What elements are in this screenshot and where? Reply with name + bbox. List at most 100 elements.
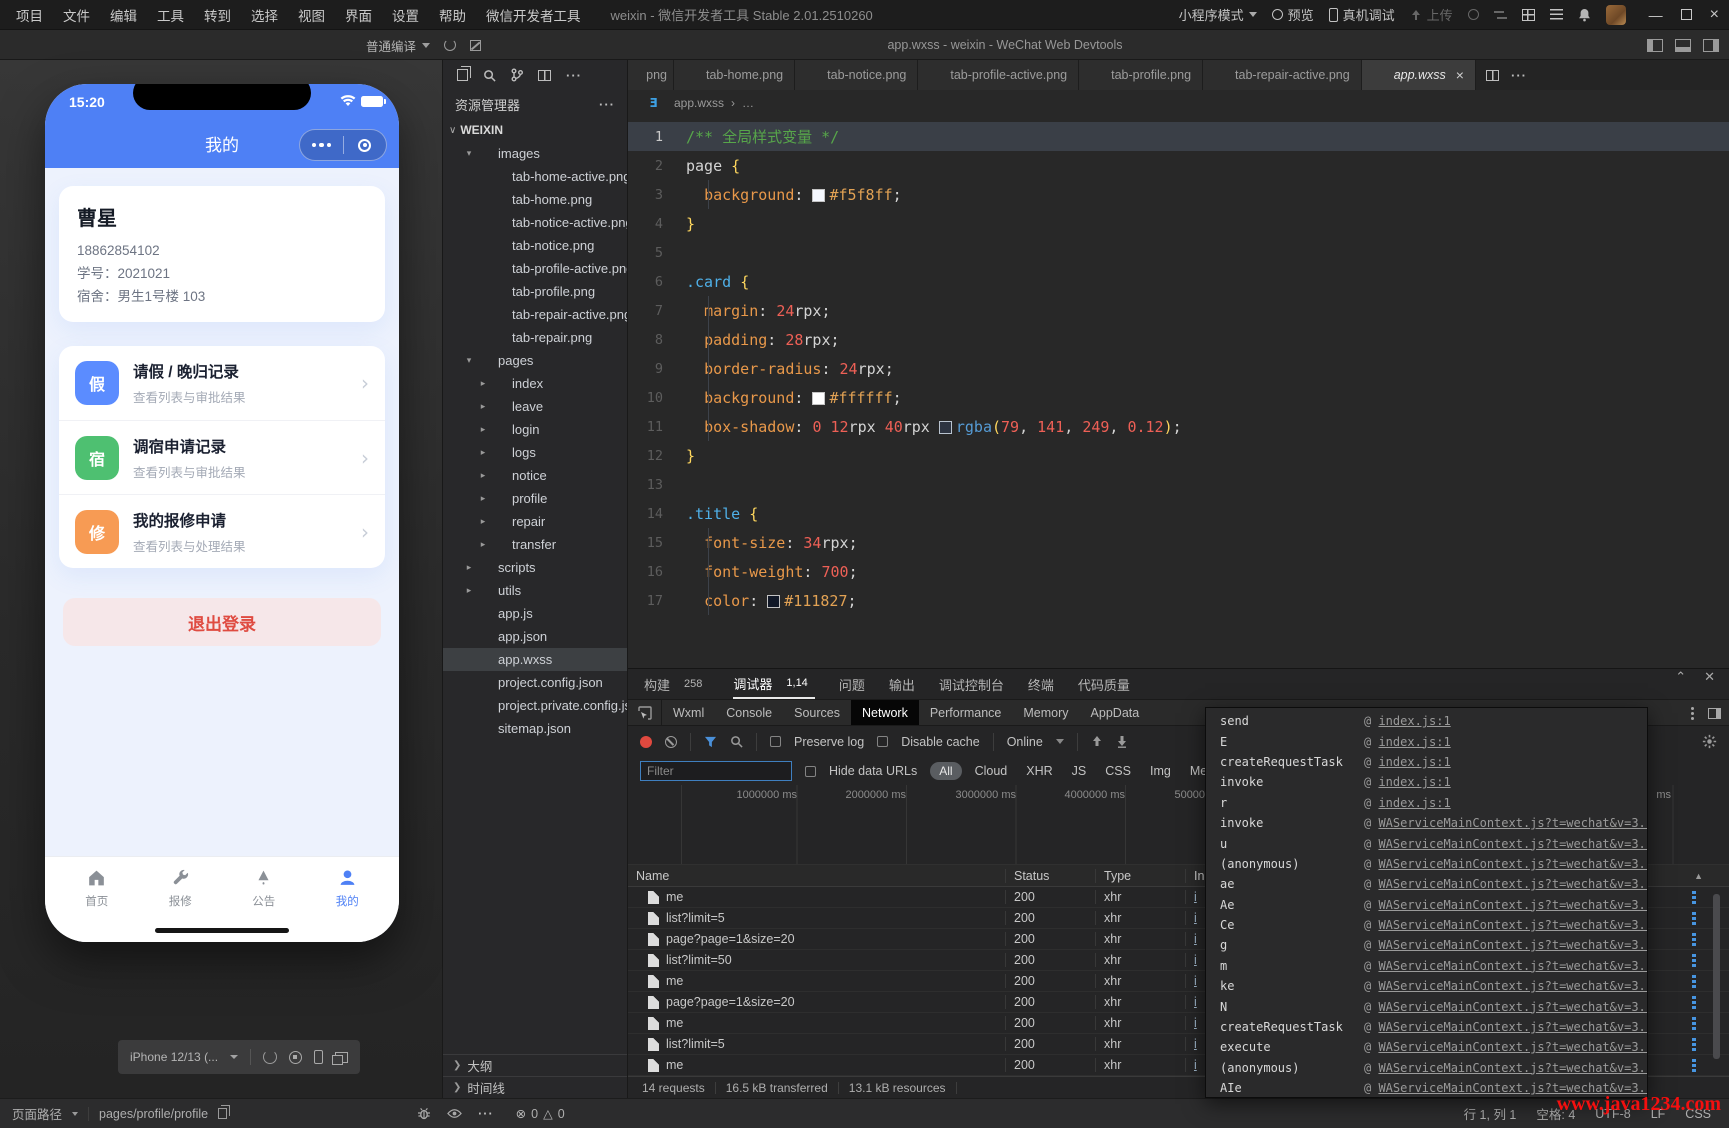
search-icon[interactable] xyxy=(483,69,496,82)
eye-icon[interactable] xyxy=(447,1108,462,1119)
menu-list-item[interactable]: 宿 调宿申请记录 查看列表与审批结果 › xyxy=(59,420,385,494)
filter-funnel-icon[interactable] xyxy=(704,736,717,748)
tree-item[interactable]: ▸ leave xyxy=(443,395,627,418)
source-link[interactable]: index.js:1 xyxy=(1378,735,1450,749)
more-actions-button[interactable] xyxy=(300,143,343,148)
close-button[interactable]: × xyxy=(1710,6,1719,24)
devtools-tab[interactable]: Wxml xyxy=(662,700,715,725)
inspect-element-button[interactable] xyxy=(628,700,662,725)
recompile-button[interactable] xyxy=(444,39,456,51)
source-link[interactable]: index.js:1 xyxy=(1378,714,1450,728)
page-path-label[interactable]: 页面路径 xyxy=(12,1104,62,1123)
tree-item[interactable]: project.private.config.js... xyxy=(443,694,627,717)
column-status[interactable]: Status xyxy=(1005,869,1095,883)
clear-cache-button[interactable] xyxy=(470,40,481,51)
close-tab-icon[interactable]: × xyxy=(1456,67,1464,83)
device-select[interactable]: iPhone 12/13 (... xyxy=(130,1050,218,1064)
outline-section[interactable]: ❯大纲 xyxy=(443,1054,627,1076)
project-root[interactable]: ∨ WEIXIN xyxy=(443,118,627,142)
filter-all-pill[interactable]: All xyxy=(930,762,961,780)
source-link[interactable]: WAServiceMainContext.js?t=wechat&v=3.15.… xyxy=(1378,918,1648,932)
menu-item[interactable]: 设置 xyxy=(382,5,429,25)
split-editor-icon[interactable] xyxy=(538,70,551,81)
devtools-tab[interactable]: Network xyxy=(851,700,919,725)
tree-item[interactable]: project.config.json xyxy=(443,671,627,694)
tree-item[interactable]: tab-home-active.png xyxy=(443,165,627,188)
tree-item[interactable]: app.js xyxy=(443,602,627,625)
editor-tab[interactable]: tab-profile.png xyxy=(1079,60,1203,90)
initiator-link[interactable]: i xyxy=(1194,890,1197,904)
initiator-link[interactable]: i xyxy=(1194,995,1197,1009)
notifications-button[interactable] xyxy=(1578,8,1591,22)
switch-button[interactable] xyxy=(1494,10,1507,20)
import-har-icon[interactable] xyxy=(1091,735,1103,748)
menu-list-item[interactable]: 修 我的报修申请 查看列表与处理结果 › xyxy=(59,494,385,568)
menu-item[interactable]: 微信开发者工具 xyxy=(476,5,591,25)
initiator-link[interactable]: i xyxy=(1194,953,1197,967)
initiator-link[interactable]: i xyxy=(1194,1037,1197,1051)
collapse-panel-icon[interactable]: ⌃ xyxy=(1675,669,1686,685)
logout-button[interactable]: 退出登录 xyxy=(63,598,381,646)
files-icon[interactable] xyxy=(457,69,468,81)
explorer-more-icon[interactable]: ··· xyxy=(599,97,615,112)
tree-item[interactable]: ▸ scripts xyxy=(443,556,627,579)
phone-simulator[interactable]: 15:20 我的 xyxy=(45,84,399,942)
tab-home[interactable]: 首页 xyxy=(67,867,127,942)
editor-tab[interactable]: app.wxss × xyxy=(1362,60,1476,90)
debugger-tab[interactable]: 调试控制台 xyxy=(939,669,1004,699)
tree-item[interactable]: ▸ logs xyxy=(443,441,627,464)
dock-side-icon[interactable] xyxy=(1708,708,1721,719)
debugger-tab[interactable]: 问题 xyxy=(839,669,865,699)
menu-item[interactable]: 转到 xyxy=(194,5,241,25)
filter-type[interactable]: CSS xyxy=(1105,764,1131,778)
problem-counts[interactable]: ⊗ 0 △ 0 xyxy=(516,1106,565,1121)
scrollbar[interactable] xyxy=(1713,894,1720,1059)
debugger-tab[interactable]: 输出 xyxy=(889,669,915,699)
multi-window-button[interactable] xyxy=(335,1052,348,1063)
editor-tab[interactable]: tab-home.png xyxy=(674,60,795,90)
editor-tab[interactable]: tab-repair-active.png xyxy=(1203,60,1362,90)
refresh-button[interactable] xyxy=(263,1050,277,1064)
record-button[interactable] xyxy=(289,1051,302,1064)
menu-item[interactable]: 编辑 xyxy=(100,5,147,25)
filter-type[interactable]: Img xyxy=(1150,764,1171,778)
menu-item[interactable]: 帮助 xyxy=(429,5,476,25)
tree-item[interactable]: tab-profile-active.png xyxy=(443,257,627,280)
devtools-tab[interactable]: Console xyxy=(715,700,783,725)
timeline-section[interactable]: ❯时间线 xyxy=(443,1076,627,1098)
column-type[interactable]: Type xyxy=(1095,869,1185,883)
tree-item[interactable]: ▸ utils xyxy=(443,579,627,602)
menu-item[interactable]: 选择 xyxy=(241,5,288,25)
menu-list-item[interactable]: 假 请假 / 晚归记录 查看列表与审批结果 › xyxy=(59,346,385,420)
source-link[interactable]: WAServiceMainContext.js?t=wechat&v=3.15.… xyxy=(1378,1040,1648,1054)
layout-button[interactable] xyxy=(1522,9,1535,21)
maximize-button[interactable] xyxy=(1681,9,1692,20)
throttling-select[interactable]: Online xyxy=(1007,735,1043,749)
more-icon[interactable]: ··· xyxy=(478,1107,494,1121)
tree-item[interactable]: ▸ repair xyxy=(443,510,627,533)
statusbar-segment[interactable]: 行 1, 列 1 xyxy=(1464,1104,1517,1123)
menu-item[interactable]: 界面 xyxy=(335,5,382,25)
user-avatar[interactable] xyxy=(1606,5,1626,25)
close-miniprogram-button[interactable] xyxy=(344,139,387,152)
initiator-link[interactable]: i xyxy=(1194,932,1197,946)
tree-item[interactable]: ▸ index xyxy=(443,372,627,395)
source-link[interactable]: WAServiceMainContext.js?t=wechat&v=3.15.… xyxy=(1378,857,1648,871)
remote-debug-button[interactable]: 真机调试 xyxy=(1329,5,1395,24)
search-icon[interactable] xyxy=(730,735,743,748)
menu-item[interactable]: 项目 xyxy=(6,5,53,25)
source-link[interactable]: WAServiceMainContext.js?t=wechat&v=3.15.… xyxy=(1378,959,1648,973)
network-settings-button[interactable] xyxy=(1702,734,1717,752)
tree-item[interactable]: sitemap.json xyxy=(443,717,627,740)
split-editor-icon[interactable] xyxy=(1486,70,1499,81)
filter-type[interactable]: JS xyxy=(1072,764,1087,778)
record-network-button[interactable] xyxy=(640,736,652,748)
menu-item[interactable]: 文件 xyxy=(53,5,100,25)
bug-icon[interactable] xyxy=(417,1107,431,1120)
compile-mode-select[interactable]: 普通编译 xyxy=(366,36,430,55)
devtools-tab[interactable]: Sources xyxy=(783,700,851,725)
tree-item[interactable]: ▸ notice xyxy=(443,464,627,487)
disable-cache-checkbox[interactable] xyxy=(877,736,888,747)
tree-item[interactable]: app.wxss xyxy=(443,648,627,671)
debugger-tab[interactable]: 代码质量 xyxy=(1078,669,1130,699)
